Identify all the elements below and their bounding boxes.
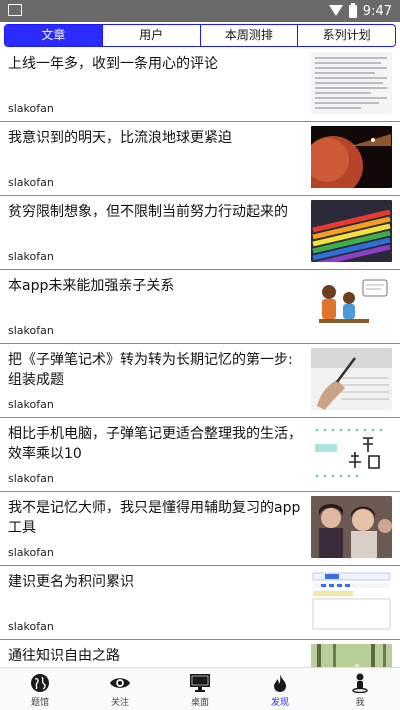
nav-item-me[interactable]: 我 (320, 668, 400, 710)
article-author[interactable]: slakofan (8, 546, 54, 559)
writing-hand-thumbnail (311, 348, 392, 410)
nav-label: 发现 (270, 698, 289, 708)
nav-item-discover[interactable]: 发现 (240, 668, 320, 710)
article-author[interactable]: slakofan (8, 102, 54, 115)
tab-articles[interactable]: 文章 (5, 25, 102, 46)
list-item[interactable]: 相比手机电脑，子弹笔记更适合整理我的生活，效率乘以10 slakofan (0, 418, 400, 492)
article-author[interactable]: slakofan (8, 398, 54, 411)
people-photo-thumbnail (311, 496, 392, 558)
nav-item-follow[interactable]: 关注 (80, 668, 160, 710)
app-screenshot-thumbnail (311, 570, 392, 632)
nav-label: 题馆 (30, 698, 49, 708)
colored-pencils-thumbnail (311, 200, 392, 262)
planet-thumbnail (311, 126, 392, 188)
article-author[interactable]: slakofan (8, 324, 54, 337)
status-bar-right: 9:47 (328, 0, 392, 22)
battery-icon (348, 2, 357, 18)
nav-item-question-hall[interactable]: 题馆 (0, 668, 80, 710)
article-author[interactable]: slakofan (8, 472, 54, 485)
wifi-icon (328, 5, 343, 17)
clock: 9:47 (362, 3, 392, 19)
bullet-journal-thumbnail (311, 422, 392, 484)
flame-icon (269, 673, 291, 693)
article-title: 建识更名为积问累识 (8, 574, 134, 590)
list-item[interactable]: 我不是记忆大师，我只是懂得用辅助复习的app工具 slakofan (0, 492, 400, 566)
list-item[interactable]: 建识更名为积问累识 slakofan (0, 566, 400, 640)
eye-icon (109, 673, 131, 693)
globe-icon (29, 673, 51, 693)
tab-users[interactable]: 用户 (101, 25, 200, 46)
nav-label: 关注 (110, 698, 129, 708)
tab-weekly-ranking[interactable]: 本周测排 (199, 25, 298, 46)
article-title: 把《子弹笔记术》转为转为长期记忆的第一步:组装成题 (8, 352, 293, 388)
article-title: 上线一年多，收到一条用心的评论 (8, 56, 218, 72)
article-title: 我意识到的明天，比流浪地球更紧迫 (8, 130, 232, 146)
article-list: 上线一年多，收到一条用心的评论 slakofan 我意识到的明天，比流浪地球更紧… (0, 48, 400, 667)
nav-label: 我 (355, 698, 365, 708)
text-screenshot-thumbnail (311, 52, 392, 114)
article-title: 相比手机电脑，子弹笔记更适合整理我的生活，效率乘以10 (8, 426, 302, 462)
status-bar: 9:47 (0, 0, 400, 22)
list-item[interactable]: 把《子弹笔记术》转为转为长期记忆的第一步:组装成题 slakofan (0, 344, 400, 418)
list-item[interactable]: 上线一年多，收到一条用心的评论 slakofan (0, 48, 400, 122)
person-icon (349, 673, 371, 693)
segment-tabs: 文章 用户 本周测排 系列计划 (4, 24, 396, 47)
list-item[interactable]: 贫穷限制想象，但不限制当前努力行动起来的 slakofan (0, 196, 400, 270)
nav-item-desktop[interactable]: 桌面 (160, 668, 240, 710)
parent-child-thumbnail (311, 274, 392, 336)
tab-series-plan[interactable]: 系列计划 (297, 25, 395, 46)
list-item[interactable]: 本app未来能加强亲子关系 slakofan (0, 270, 400, 344)
article-author[interactable]: slakofan (8, 620, 54, 633)
notification-icon (8, 4, 22, 16)
monitor-icon (189, 673, 211, 693)
bottom-navigation: 题馆 关注 桌面 发现 我 (0, 667, 400, 710)
list-item[interactable]: 通往知识自由之路 (0, 640, 400, 667)
forest-path-thumbnail (311, 644, 392, 667)
article-author[interactable]: slakofan (8, 176, 54, 189)
article-author[interactable]: slakofan (8, 250, 54, 263)
nav-label: 桌面 (190, 698, 209, 708)
article-title: 通往知识自由之路 (8, 648, 120, 664)
article-title: 我不是记忆大师，我只是懂得用辅助复习的app工具 (8, 500, 301, 536)
article-title: 本app未来能加强亲子关系 (8, 278, 175, 294)
list-item[interactable]: 我意识到的明天，比流浪地球更紧迫 slakofan (0, 122, 400, 196)
article-title: 贫穷限制想象，但不限制当前努力行动起来的 (8, 204, 288, 220)
